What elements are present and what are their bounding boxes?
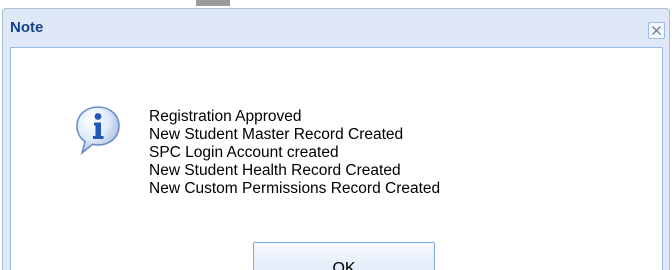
info-icon [76,106,120,155]
message-line: New Custom Permissions Record Created [149,180,441,197]
screen: Note Registration Approved New Student M… [0,0,672,270]
ok-button-label: OK [332,260,356,270]
dialog-title: Note [10,19,44,36]
dialog-titlebar[interactable]: Note [3,9,669,47]
note-dialog: Note Registration Approved New Student M… [2,8,670,270]
message-line: SPC Login Account created [149,144,339,161]
dialog-body: Registration Approved New Student Master… [10,47,663,270]
close-button[interactable] [648,22,665,39]
background-window-edge [196,0,230,6]
ok-button[interactable]: OK [253,242,435,270]
message-line: Registration Approved [149,108,302,125]
close-icon [652,26,661,35]
message-line: New Student Master Record Created [149,126,404,143]
message-line: New Student Health Record Created [149,162,401,179]
message-list: Registration Approved New Student Master… [149,108,440,198]
